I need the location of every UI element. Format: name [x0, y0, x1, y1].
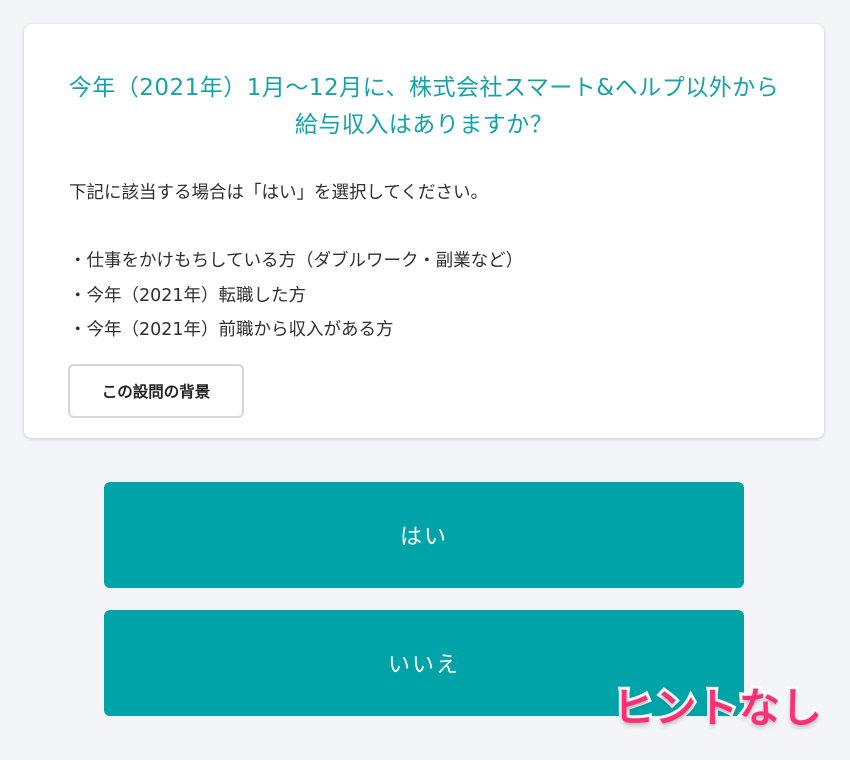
yes-button[interactable]: はい	[104, 482, 744, 588]
question-card: 今年（2021年）1月〜12月に、株式会社スマート&ヘルプ以外から給与収入はあり…	[24, 24, 824, 438]
question-background-button[interactable]: この設問の背景	[68, 364, 244, 418]
condition-list: ・仕事をかけもちしている方（ダブルワーク・副業など） ・今年（2021年）転職し…	[69, 244, 523, 348]
question-title: 今年（2021年）1月〜12月に、株式会社スマート&ヘルプ以外から給与収入はあり…	[68, 75, 780, 138]
hint-overlay-label: ヒントなし	[610, 681, 825, 735]
question-description: 下記に該当する場合は「はい」を選択してください。	[69, 183, 488, 203]
list-item: ・今年（2021年）転職した方	[69, 285, 307, 306]
list-item: ・仕事をかけもちしている方（ダブルワーク・副業など）	[69, 251, 524, 271]
list-item: ・今年（2021年）前職から収入がある方	[69, 320, 394, 340]
